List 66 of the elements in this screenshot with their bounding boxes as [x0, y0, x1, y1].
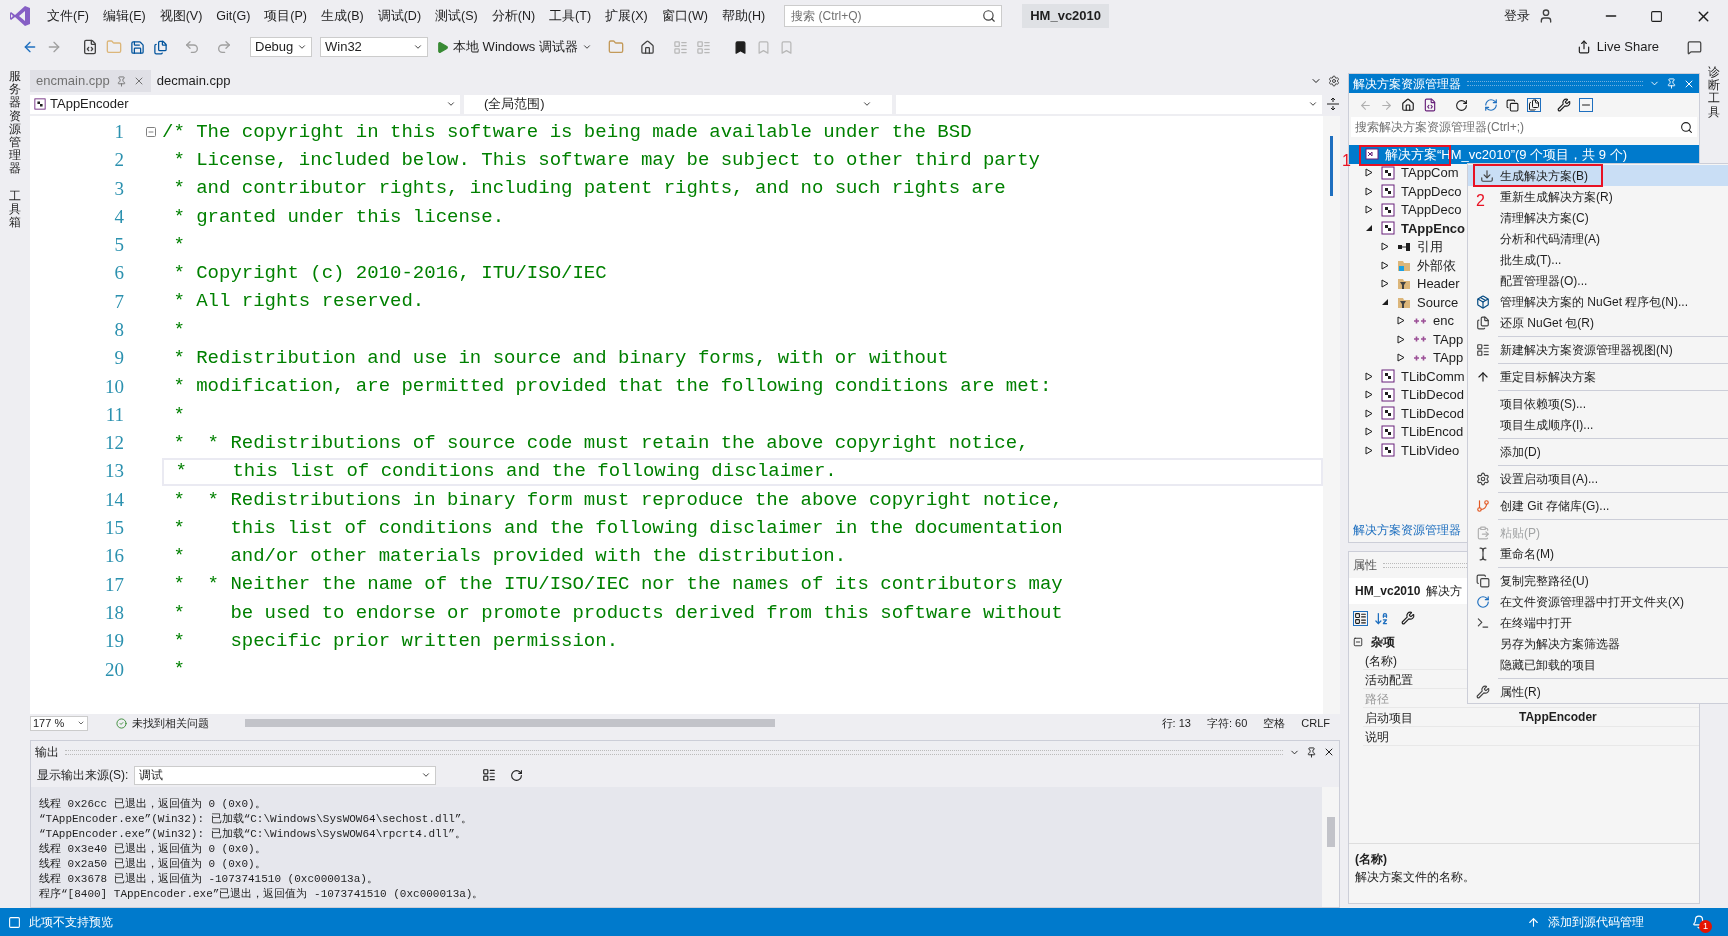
line-number: 7 [114, 289, 125, 314]
description-title: (名称) [1355, 851, 1388, 868]
line-number: 11 [105, 402, 125, 427]
output-line: 线程 0x2a50 已退出，返回值为 0 (0x0)。 [39, 857, 267, 872]
line-number: 19 [105, 629, 125, 654]
property-name: 启动项目 [1365, 711, 1413, 725]
panel-title: 属性 [1353, 557, 1377, 574]
code-comment: * [172, 320, 185, 340]
code-comment: * granted under this license. [172, 207, 505, 227]
output-line: 线程 0x26cc 已退出，返回值为 0 (0x0)。 [39, 797, 267, 812]
line-number: 10 [105, 374, 125, 399]
code-comment: * Copyright (c) 2010-2016, ITU/ISO/IEC [172, 264, 607, 284]
solution-name: HM_vc2010 [1022, 4, 1110, 28]
line-number: 6 [114, 261, 125, 286]
line-number: 4 [114, 204, 125, 229]
code-comment: * * Neither the name of the ITU/ISO/IEC nor the names of its contributors may [172, 575, 1063, 595]
code-comment: * License, included below. This software may be subject to other third party [172, 150, 1040, 170]
code-comment: * and/or other materials provided with the distribution. [172, 547, 847, 567]
line-number: 13 [105, 459, 125, 484]
panel-title: 解决方案资源管理器 [1353, 75, 1461, 93]
annotation-number: 2 [1476, 191, 1485, 211]
code-comment: * All rights reserved. [172, 292, 425, 312]
line-number: 2 [114, 148, 125, 173]
output-line: 线程 0x3678 已退出，返回值为 -1073741510 (0xc000013a)。 [39, 872, 379, 887]
line-number: 9 [114, 346, 125, 371]
code-comment: * [172, 405, 185, 425]
code-comment: * * Redistributions in binary form must reproduce the above copyright notice, [172, 490, 1063, 510]
code-comment: * this list of conditions and the following disclaimer. [174, 462, 837, 482]
code-comment: * [172, 660, 185, 680]
output-line: “TAppEncoder.exe”(Win32): 已加载“C:\Windows\SysWOW64\sechost.dll”。 [39, 812, 474, 827]
code-comment: * [172, 235, 185, 255]
category-label: 杂项 [1371, 633, 1395, 651]
notification-badge: 1 [1699, 920, 1712, 933]
code-comment: /* The copyright in this software is being made available under the BSD [162, 122, 972, 142]
code-comment: * modification, are permitted provided that the following conditions are met: [172, 377, 1052, 397]
line-number: 17 [105, 572, 125, 597]
line-number: 3 [114, 176, 125, 201]
object-name: HM_vc2010 [1355, 583, 1421, 600]
line-number: 12 [105, 431, 125, 456]
code-comment: * and contributor rights, including patent rights, and no such rights are [172, 179, 1006, 199]
annotation-number: 1 [1342, 151, 1351, 171]
status-message: 此项不支持预览 [29, 914, 113, 931]
property-name: 说明 [1365, 730, 1389, 744]
line-number: 1 [114, 119, 125, 144]
property-name: 路径 [1365, 692, 1389, 706]
line-number: 8 [114, 318, 125, 342]
line-number: 18 [105, 600, 125, 625]
object-type: 解决方 [1426, 583, 1463, 600]
output-line: “TAppEncoder.exe”(Win32): 已加载“C:\Windows\SysWOW64\rpcrt4.dll”。 [39, 827, 467, 842]
output-line: 程序“[8400] TAppEncoder.exe”已退出，返回值为 -1073741510 (0xc000013a)。 [39, 887, 485, 902]
property-name: 活动配置 [1365, 673, 1413, 687]
panel-title: 输出 [35, 744, 59, 761]
code-comment: * * Redistributions of source code must retain the above copyright notice, [172, 433, 1029, 453]
line-number: 20 [105, 657, 125, 682]
code-comment: * be used to endorse or promote products derived from this software without [172, 603, 1063, 623]
line-number: 15 [105, 516, 125, 541]
line-number: 14 [105, 487, 125, 512]
code-comment: * specific prior written permission. [172, 632, 619, 651]
line-number: 5 [114, 233, 125, 258]
source-label: 显示输出来源(S): [37, 767, 129, 784]
property-name: (名称) [1365, 654, 1397, 668]
code-comment: * Redistribution and use in source and binary forms, with or without [172, 349, 949, 368]
output-line: 线程 0x3e40 已退出，返回值为 0 (0x0)。 [39, 842, 267, 857]
code-comment: * this list of conditions and the following disclaimer in the documentation [172, 518, 1063, 538]
description-text: 解决方案文件的名称。 [1355, 869, 1476, 886]
line-number: 16 [105, 544, 125, 569]
